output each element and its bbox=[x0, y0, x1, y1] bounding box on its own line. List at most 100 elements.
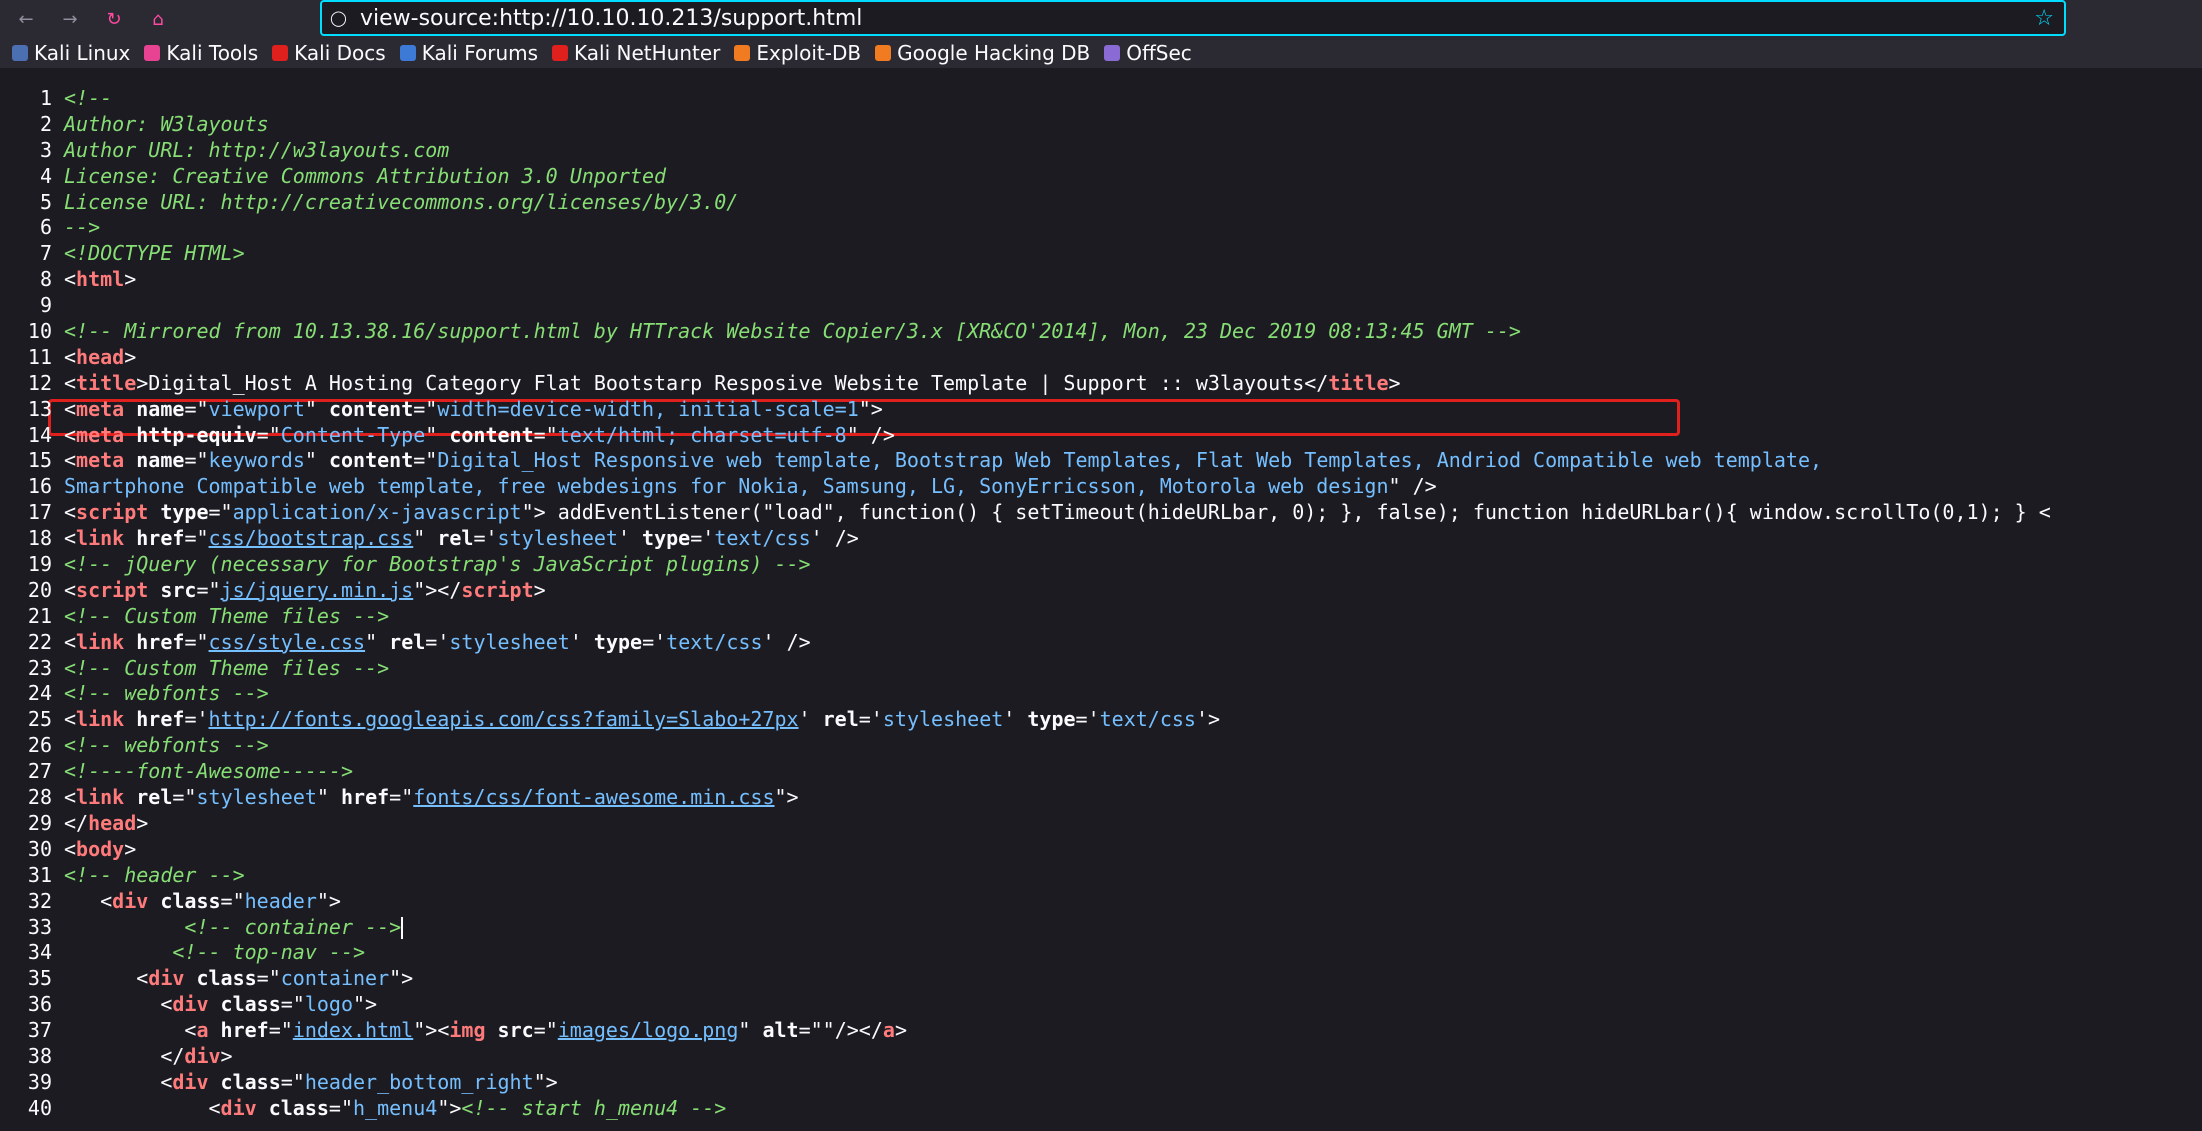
code-token: body bbox=[76, 836, 125, 861]
line-code: <script src="js/jquery.min.js"></script> bbox=[64, 578, 546, 604]
source-line: 35 <div class="container"> bbox=[0, 966, 2202, 992]
source-line: 28 <link rel="stylesheet" href="fonts/css… bbox=[0, 785, 2202, 811]
code-token: stylesheet bbox=[497, 526, 618, 551]
code-token: " /> bbox=[846, 422, 895, 447]
source-line: 25 <link href='http://fonts.googleapis.co… bbox=[0, 707, 2202, 733]
code-token: "> bbox=[316, 888, 341, 913]
code-token: div bbox=[172, 1069, 209, 1094]
source-line: 37 <a href="index.html"><img src="images… bbox=[0, 1018, 2202, 1044]
url-text[interactable]: view-source:http://10.10.10.213/support.… bbox=[360, 6, 862, 31]
code-token: "> bbox=[437, 1095, 462, 1120]
home-icon[interactable]: ⌂ bbox=[144, 5, 172, 33]
code-token: " bbox=[738, 1018, 751, 1043]
source-line: 3 Author URL: http://w3layouts.com bbox=[0, 138, 2202, 164]
line-code: Author URL: http://w3layouts.com bbox=[64, 138, 449, 164]
bookmark-item[interactable]: Google Hacking DB bbox=[875, 41, 1090, 65]
code-token: "> bbox=[533, 1069, 558, 1094]
bookmark-item[interactable]: Kali Docs bbox=[272, 41, 386, 65]
code-token: =' bbox=[642, 629, 667, 654]
code-token: > bbox=[124, 267, 137, 292]
bookmark-star-icon[interactable]: ☆ bbox=[2034, 6, 2054, 31]
reload-icon[interactable]: ↻ bbox=[100, 5, 128, 33]
line-code: <div class="container"> bbox=[64, 966, 413, 992]
back-arrow-icon[interactable]: ← bbox=[12, 5, 40, 33]
source-line: 26 <!-- webfonts --> bbox=[0, 733, 2202, 759]
code-token: class bbox=[148, 888, 221, 913]
source-link[interactable]: fonts/css/font-awesome.min.css bbox=[413, 785, 774, 809]
bookmark-favicon-icon bbox=[399, 45, 416, 61]
code-token: " bbox=[304, 396, 317, 421]
code-token: < bbox=[64, 966, 149, 991]
source-link[interactable]: css/style.css bbox=[209, 630, 366, 654]
bookmark-label: Kali Tools bbox=[166, 41, 259, 65]
bookmark-item[interactable]: Kali NetHunter bbox=[552, 41, 720, 65]
source-line: 39 <div class="header_bottom_right"> bbox=[0, 1070, 2202, 1096]
code-token: href bbox=[328, 785, 390, 810]
bookmark-label: Kali Forums bbox=[421, 41, 539, 65]
source-link[interactable]: images/logo.png bbox=[558, 1018, 739, 1042]
code-token: src bbox=[485, 1018, 534, 1043]
line-code: <link rel="stylesheet" href="fonts/css/f… bbox=[64, 785, 799, 811]
line-code: <title>Digital_Host A Hosting Category F… bbox=[64, 371, 1401, 397]
bookmark-label: OffSec bbox=[1126, 41, 1192, 65]
code-token: head bbox=[76, 344, 125, 369]
source-link[interactable]: index.html bbox=[293, 1018, 413, 1042]
line-number: 4 bbox=[39, 163, 52, 188]
code-token: meta bbox=[76, 448, 125, 473]
code-token: text/css bbox=[666, 629, 763, 654]
url-bar[interactable]: ◯ view-source:http://10.10.10.213/suppor… bbox=[320, 0, 2066, 36]
source-link[interactable]: css/bootstrap.css bbox=[209, 526, 414, 550]
bookmark-item[interactable]: Kali Tools bbox=[144, 41, 258, 65]
code-token: License: Creative Commons Attribution 3.… bbox=[64, 163, 667, 188]
code-token: " bbox=[425, 422, 438, 447]
source-link[interactable]: http://fonts.googleapis.com/css?family=S… bbox=[209, 707, 799, 731]
bookmark-item[interactable]: OffSec bbox=[1104, 41, 1192, 65]
code-token: div bbox=[184, 1043, 221, 1068]
line-code: <body> bbox=[64, 837, 136, 863]
source-line: 19 <!-- jQuery (necessary for Bootstrap's… bbox=[0, 552, 2202, 578]
bookmark-item[interactable]: Exploit-DB bbox=[734, 41, 861, 65]
line-code: <div class="h_menu4"><!-- start h_menu4 … bbox=[64, 1096, 726, 1122]
line-code: <!-- jQuery (necessary for Bootstrap's J… bbox=[64, 552, 811, 578]
code-token: <!-- Mirrored from 10.13.38.16/support.h… bbox=[64, 319, 1521, 344]
code-token: =""/></ bbox=[798, 1018, 883, 1043]
code-token: class bbox=[208, 992, 281, 1017]
forward-arrow-icon[interactable]: → bbox=[56, 5, 84, 33]
code-token: Author URL: http://w3layouts.com bbox=[64, 137, 450, 162]
line-code: <!-- container --> bbox=[64, 915, 404, 941]
line-code: <!-- Custom Theme files --> bbox=[64, 656, 389, 682]
source-line: 30 <body> bbox=[0, 837, 2202, 863]
line-code: <link href="css/bootstrap.css" rel='styl… bbox=[64, 526, 859, 552]
bookmarks-toolbar: Kali Linux Kali Tools Kali Docs Kali Forums… bbox=[0, 38, 2202, 69]
source-link[interactable]: js/jquery.min.js bbox=[221, 578, 414, 602]
source-line: 5 License URL: http://creativecommons.org… bbox=[0, 190, 2202, 216]
code-token: =" bbox=[389, 785, 414, 810]
code-token: <!-- Custom Theme files --> bbox=[64, 603, 390, 628]
code-token: width=device-width, initial-scale=1 bbox=[437, 396, 859, 421]
bookmark-item[interactable]: Kali Forums bbox=[399, 41, 539, 65]
page-info-icon[interactable]: ◯ bbox=[330, 9, 352, 27]
line-number: 38 bbox=[27, 1043, 52, 1068]
code-token: ' bbox=[569, 629, 582, 654]
code-token: < bbox=[64, 422, 77, 447]
code-token: text/css bbox=[1099, 707, 1196, 732]
code-token: script bbox=[461, 577, 534, 602]
line-number: 10 bbox=[27, 319, 52, 344]
code-token: =' bbox=[184, 707, 209, 732]
code-token: content bbox=[316, 448, 414, 473]
code-token: --> bbox=[64, 215, 101, 240]
code-token: ' bbox=[617, 526, 631, 551]
bookmark-item[interactable]: Kali Linux bbox=[12, 41, 130, 65]
code-token: =" bbox=[328, 1095, 354, 1120]
code-token: =" bbox=[256, 422, 281, 447]
code-token: </ bbox=[64, 810, 89, 835]
code-token: =" bbox=[220, 888, 245, 913]
code-token: name bbox=[124, 448, 185, 473]
code-token: > bbox=[220, 1043, 233, 1068]
source-line: 38 </div> bbox=[0, 1044, 2202, 1070]
code-token: rel bbox=[810, 707, 859, 732]
source-line: 40 <div class="h_menu4"><!-- start h_men… bbox=[0, 1096, 2202, 1122]
bookmark-favicon-icon bbox=[1104, 45, 1121, 61]
code-token: rel bbox=[377, 629, 426, 654]
code-token: container bbox=[280, 966, 390, 991]
